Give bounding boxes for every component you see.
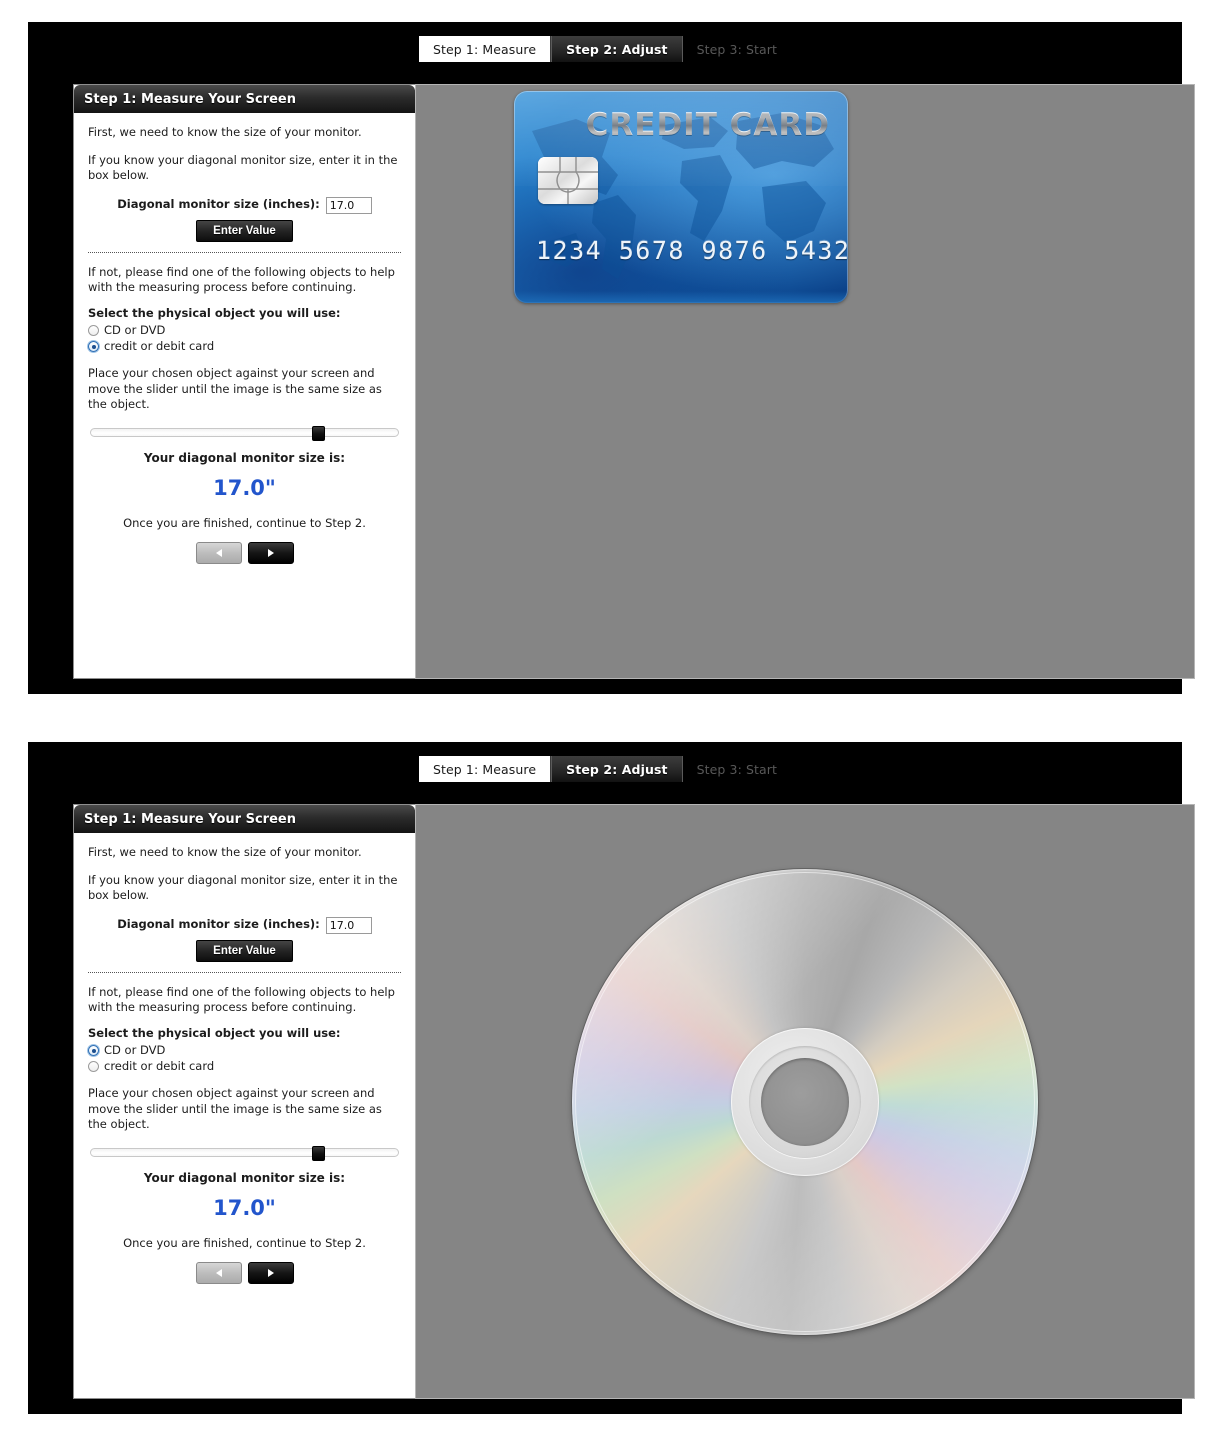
page-root: Step 1: Measure Step 2: Adjust Step 3: S… [0, 0, 1210, 1440]
measure-panel-2: Step 1: Measure Your Screen First, we ne… [73, 804, 415, 1399]
enter-value-row-2: Enter Value [88, 939, 401, 962]
arrow-right-icon-1 [267, 548, 274, 557]
radio-option-card-2[interactable]: credit or debit card [88, 1059, 401, 1074]
radio-cd-label-1: CD or DVD [104, 323, 166, 338]
monitor-size-label-1: Diagonal monitor size (inches): [117, 197, 320, 212]
app-body-1: Step 1: Measure Your Screen First, we ne… [73, 84, 1195, 679]
previous-step-button-2[interactable] [195, 1261, 242, 1284]
finish-note-1: Once you are finished, continue to Step … [123, 516, 366, 531]
result-label-2: Your diagonal monitor size is: [143, 1170, 346, 1185]
tab-step-3-start-2[interactable]: Step 3: Start [682, 756, 792, 782]
app-frame-card-view: Step 1: Measure Step 2: Adjust Step 3: S… [28, 22, 1195, 694]
radio-cd-icon-1[interactable] [88, 325, 99, 337]
cd-disc-image[interactable] [572, 868, 1038, 1335]
size-slider-thumb-2[interactable] [312, 1145, 326, 1161]
tab-step-2-adjust[interactable]: Step 2: Adjust [551, 36, 683, 62]
arrow-right-icon-2 [267, 1268, 274, 1277]
arrow-left-icon-2 [215, 1268, 222, 1277]
tab-step-1-measure-2[interactable]: Step 1: Measure [418, 756, 552, 782]
monitor-size-input-1[interactable] [325, 196, 372, 214]
app-body-2: Step 1: Measure Your Screen First, we ne… [73, 804, 1195, 1399]
panel-title-2: Step 1: Measure Your Screen [74, 805, 415, 833]
object-prompt-2: Select the physical object you will use: [88, 1025, 341, 1040]
result-value-2: 17.0" [213, 1195, 276, 1220]
panel-title-1: Step 1: Measure Your Screen [74, 85, 415, 113]
radio-card-icon-2[interactable] [88, 1061, 99, 1073]
next-step-button-2[interactable] [247, 1261, 294, 1284]
previous-step-button-1[interactable] [195, 541, 242, 564]
enter-value-row-1: Enter Value [88, 219, 401, 242]
credit-card-title: CREDIT CARD [585, 107, 830, 143]
object-canvas-card: CREDIT CARD 1234 5678 9876 5432 [415, 84, 1195, 679]
tab-step-1-measure[interactable]: Step 1: Measure [418, 36, 552, 62]
step-tabbar-2: Step 1: Measure Step 2: Adjust Step 3: S… [28, 756, 1182, 782]
slider-instruction-2: Place your chosen object against your sc… [88, 1086, 382, 1131]
radio-option-cd-1[interactable]: CD or DVD [88, 323, 401, 338]
credit-card-number: 1234 5678 9876 5432 [536, 236, 848, 265]
cd-center-hole [761, 1057, 849, 1146]
object-prompt-1: Select the physical object you will use: [88, 305, 341, 320]
alt-instruction-1: If not, please find one of the following… [88, 264, 395, 294]
result-label-1: Your diagonal monitor size is: [143, 450, 346, 465]
size-slider-wrap-2 [88, 1145, 401, 1161]
radio-cd-label-2: CD or DVD [104, 1043, 166, 1058]
alt-instruction-2: If not, please find one of the following… [88, 984, 395, 1014]
nav-buttons-1 [88, 541, 401, 564]
tab-step-2-adjust-2[interactable]: Step 2: Adjust [551, 756, 683, 782]
measure-panel-1: Step 1: Measure Your Screen First, we ne… [73, 84, 415, 679]
enter-value-button-1[interactable]: Enter Value [196, 219, 293, 242]
panel-body-1: First, we need to know the size of your … [74, 113, 415, 678]
nav-buttons-2 [88, 1261, 401, 1284]
radio-cd-icon-2[interactable] [88, 1045, 99, 1057]
finish-note-2: Once you are finished, continue to Step … [123, 1236, 366, 1251]
object-canvas-cd [415, 804, 1195, 1399]
radio-option-card-1[interactable]: credit or debit card [88, 339, 401, 354]
arrow-left-icon-1 [215, 548, 222, 557]
section-divider-1 [88, 251, 401, 253]
radio-card-icon-1[interactable] [88, 341, 99, 353]
intro-paragraph-2b: If you know your diagonal monitor size, … [88, 873, 398, 903]
monitor-size-field-row-2: Diagonal monitor size (inches): [88, 916, 401, 934]
result-value-1: 17.0" [213, 475, 276, 500]
chip-contacts-icon [538, 157, 598, 204]
radio-card-label-1: credit or debit card [104, 339, 215, 354]
credit-card-image[interactable]: CREDIT CARD 1234 5678 9876 5432 [514, 91, 848, 303]
monitor-size-field-row-1: Diagonal monitor size (inches): [88, 196, 401, 214]
section-divider-2 [88, 971, 401, 973]
size-slider-wrap-1 [88, 425, 401, 441]
next-step-button-1[interactable] [247, 541, 294, 564]
app-frame-cd-view: Step 1: Measure Step 2: Adjust Step 3: S… [28, 742, 1195, 1414]
intro-paragraph-1a: First, we need to know the size of your … [88, 125, 362, 139]
emv-chip-icon [538, 157, 598, 204]
size-slider-track-1[interactable] [90, 425, 399, 441]
intro-paragraph-1b: If you know your diagonal monitor size, … [88, 153, 398, 183]
size-slider-track-2[interactable] [90, 1145, 399, 1161]
slider-instruction-1: Place your chosen object against your sc… [88, 366, 382, 411]
monitor-size-label-2: Diagonal monitor size (inches): [117, 917, 320, 932]
radio-card-label-2: credit or debit card [104, 1059, 215, 1074]
intro-paragraph-2a: First, we need to know the size of your … [88, 845, 362, 859]
radio-option-cd-2[interactable]: CD or DVD [88, 1043, 401, 1058]
enter-value-button-2[interactable]: Enter Value [196, 939, 293, 962]
monitor-size-input-2[interactable] [325, 916, 372, 934]
step-tabbar-1: Step 1: Measure Step 2: Adjust Step 3: S… [28, 36, 1182, 62]
panel-body-2: First, we need to know the size of your … [74, 833, 415, 1398]
tab-step-3-start[interactable]: Step 3: Start [682, 36, 792, 62]
size-slider-thumb-1[interactable] [312, 425, 326, 441]
card-bottom-band [514, 291, 848, 303]
